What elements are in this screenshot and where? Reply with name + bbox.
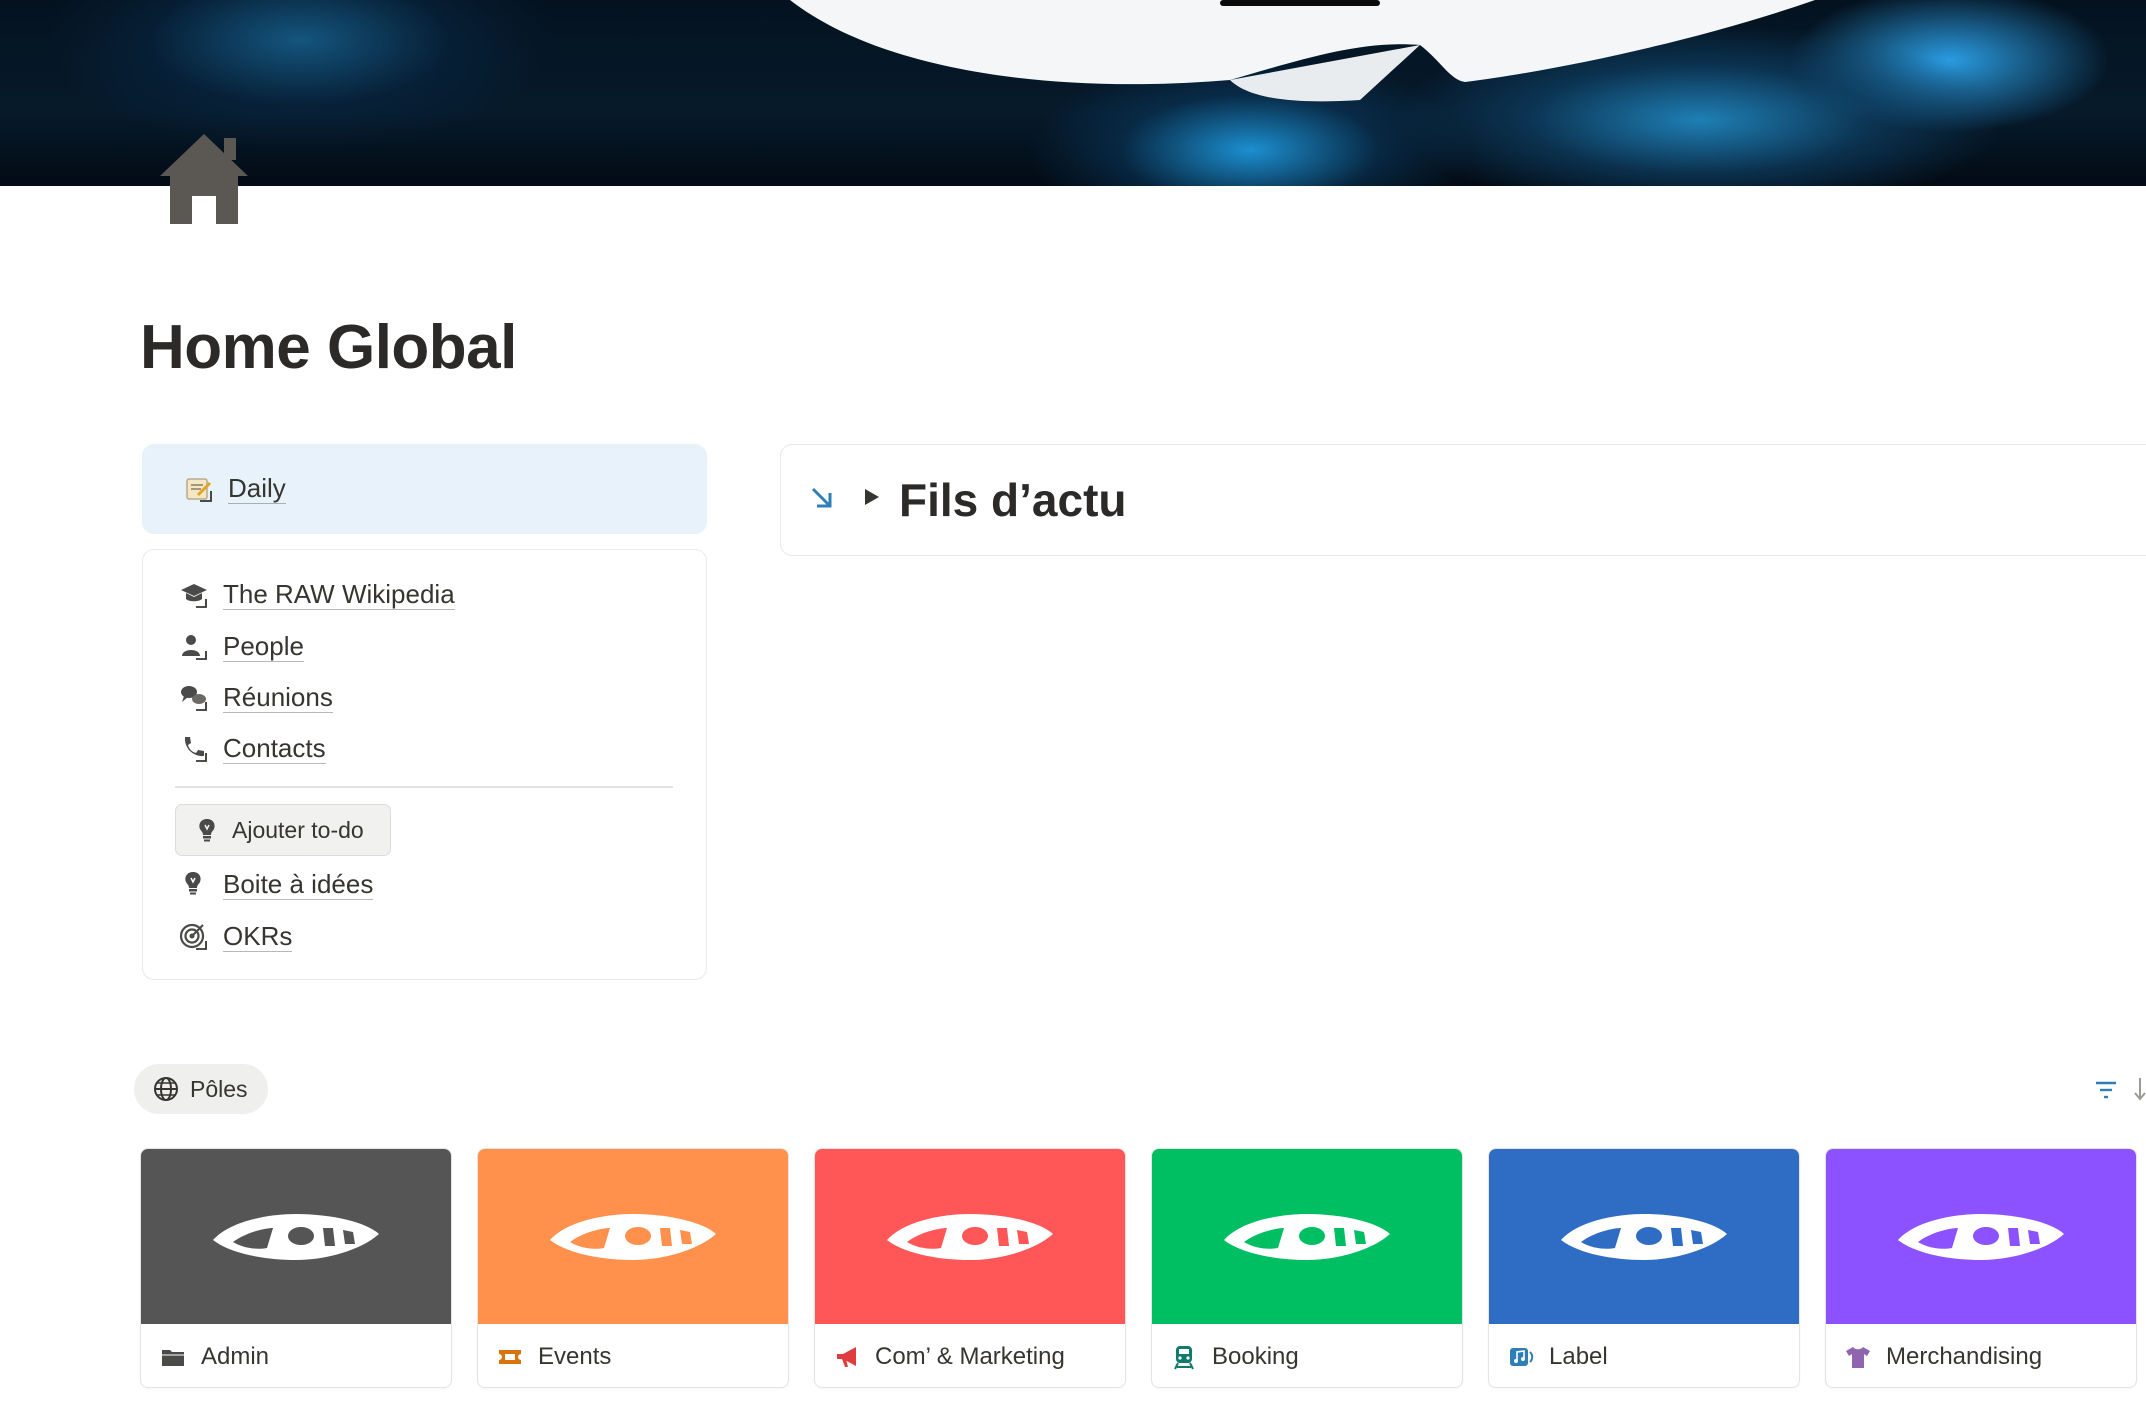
card-cover xyxy=(1826,1149,2136,1324)
nav-label: The RAW Wikipedia xyxy=(223,578,455,611)
brand-logo xyxy=(550,1213,716,1260)
nav-label: Boite à idées xyxy=(223,868,374,901)
nav-label: OKRs xyxy=(223,920,293,953)
add-todo-button[interactable]: Ajouter to-do xyxy=(175,804,391,856)
memo-arrow-icon xyxy=(184,474,214,504)
card-title: Label xyxy=(1549,1342,1608,1370)
card-footer: Label xyxy=(1489,1324,1799,1387)
daily-callout: Daily xyxy=(142,444,707,534)
gallery-card-label[interactable]: Label xyxy=(1488,1148,1800,1388)
target-icon xyxy=(179,922,209,952)
music-note-icon xyxy=(1507,1343,1535,1371)
nav-item-raw-wikipedia[interactable]: The RAW Wikipedia xyxy=(179,575,455,615)
nav-item-okrs[interactable]: OKRs xyxy=(179,917,293,957)
card-footer: Admin xyxy=(141,1324,451,1387)
cover-logo-graphic xyxy=(790,0,1815,102)
train-icon xyxy=(1170,1343,1198,1371)
home-icon[interactable] xyxy=(156,130,252,226)
lightbulb-icon xyxy=(192,815,222,845)
tab-poles-label: Pôles xyxy=(190,1075,248,1102)
card-title: Events xyxy=(538,1342,612,1370)
card-footer: Com’ & Marketing xyxy=(815,1324,1125,1387)
tshirt-icon xyxy=(1844,1343,1872,1371)
card-footer: Merchandising xyxy=(1826,1324,2136,1387)
card-title: Booking xyxy=(1212,1342,1299,1370)
speech-bubbles-icon xyxy=(179,683,209,713)
card-cover xyxy=(141,1149,451,1324)
toggle-triangle-icon[interactable] xyxy=(865,489,879,505)
add-todo-label: Ajouter to-do xyxy=(232,816,364,843)
nav-item-reunions[interactable]: Réunions xyxy=(179,678,333,718)
phone-icon xyxy=(179,734,209,764)
card-cover xyxy=(1489,1149,1799,1324)
quick-links-panel: The RAW Wikipedia People Réunions Contac… xyxy=(142,549,707,980)
cover-image xyxy=(0,0,2146,186)
nav-label: People xyxy=(223,630,304,663)
globe-icon xyxy=(152,1075,180,1103)
brand-logo xyxy=(1898,1213,2064,1260)
card-footer: Booking xyxy=(1152,1324,1462,1387)
brand-logo xyxy=(213,1213,379,1260)
nav-divider xyxy=(175,786,673,788)
card-cover xyxy=(1152,1149,1462,1324)
nav-label: Réunions xyxy=(223,681,333,714)
card-footer: Events xyxy=(478,1324,788,1387)
brand-logo xyxy=(887,1213,1053,1260)
card-title: Com’ & Marketing xyxy=(875,1342,1065,1370)
brand-logo xyxy=(1561,1213,1727,1260)
megaphone-icon xyxy=(833,1343,861,1371)
card-title: Merchandising xyxy=(1886,1342,2043,1370)
card-cover xyxy=(815,1149,1125,1324)
brand-logo xyxy=(1224,1213,1390,1260)
news-feed-callout: Fils d’actu xyxy=(780,444,2146,556)
gallery-card-booking[interactable]: Booking xyxy=(1151,1148,1463,1388)
card-cover xyxy=(478,1149,788,1324)
nav-item-contacts[interactable]: Contacts xyxy=(179,729,326,769)
nav-label: Contacts xyxy=(223,732,326,765)
card-title: Admin xyxy=(201,1342,270,1370)
daily-link[interactable]: Daily xyxy=(184,472,286,505)
sort-arrow-icon[interactable] xyxy=(2134,1076,2146,1109)
gallery-card-com-marketing[interactable]: Com’ & Marketing xyxy=(814,1148,1126,1388)
gallery-card-merchandising[interactable]: Merchandising xyxy=(1825,1148,2137,1388)
folder-icon xyxy=(159,1343,187,1371)
daily-label: Daily xyxy=(228,472,286,505)
arrow-down-right-icon xyxy=(807,483,837,518)
nav-item-boite-a-idees[interactable]: Boite à idées xyxy=(179,865,374,905)
tab-poles[interactable]: Pôles xyxy=(134,1064,268,1114)
page-title: Home Global xyxy=(140,313,517,382)
gallery-card-admin[interactable]: Admin xyxy=(140,1148,452,1388)
ticket-icon xyxy=(496,1343,524,1371)
gallery-card-events[interactable]: Events xyxy=(477,1148,789,1388)
graduation-cap-icon xyxy=(179,580,209,610)
news-feed-title[interactable]: Fils d’actu xyxy=(899,473,1126,527)
nav-item-people[interactable]: People xyxy=(179,627,304,667)
filter-icon[interactable] xyxy=(2094,1080,2118,1105)
lightbulb-icon xyxy=(179,870,209,900)
person-icon xyxy=(179,632,209,662)
